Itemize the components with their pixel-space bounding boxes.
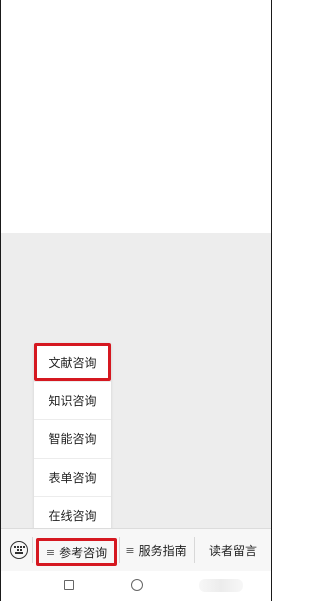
menu-button-label: 服务指南 <box>138 544 187 558</box>
submenu-popup: 文献咨询 知识咨询 智能咨询 表单咨询 在线咨询 <box>34 343 111 534</box>
menu-lines-icon: ≡ <box>45 545 56 559</box>
submenu-item-form-consult[interactable]: 表单咨询 <box>34 457 111 496</box>
nav-placeholder <box>199 579 243 592</box>
menu-button-reader-message[interactable]: 读者留言 <box>195 529 271 572</box>
submenu-item-label: 表单咨询 <box>48 470 97 485</box>
submenu-item-literature-consult[interactable]: 文献咨询 <box>34 343 111 382</box>
submenu-item-knowledge-consult[interactable]: 知识咨询 <box>34 381 111 419</box>
system-nav-bar <box>1 571 271 601</box>
submenu-item-label: 在线咨询 <box>48 508 97 523</box>
menu-button-reference-consult[interactable]: ≡ 参考咨询 <box>36 538 117 566</box>
bottom-menu-bar: ≡ 参考咨询 ≡ 服务指南 读者留言 <box>1 528 271 571</box>
submenu-item-label: 知识咨询 <box>48 394 97 409</box>
chat-content-area <box>1 0 271 233</box>
menu-button-service-guide[interactable]: ≡ 服务指南 <box>120 529 192 572</box>
menu-lines-icon: ≡ <box>125 544 135 557</box>
menu-divider <box>32 537 33 563</box>
submenu-item-label: 文献咨询 <box>48 355 97 370</box>
submenu-item-label: 智能咨询 <box>48 432 97 447</box>
menu-button-label: 读者留言 <box>208 544 257 558</box>
home-icon[interactable] <box>131 579 143 591</box>
keyboard-icon[interactable] <box>10 541 28 559</box>
menu-button-label: 参考咨询 <box>59 545 108 560</box>
submenu-item-smart-consult[interactable]: 智能咨询 <box>34 419 111 457</box>
recent-apps-icon[interactable] <box>64 580 74 590</box>
